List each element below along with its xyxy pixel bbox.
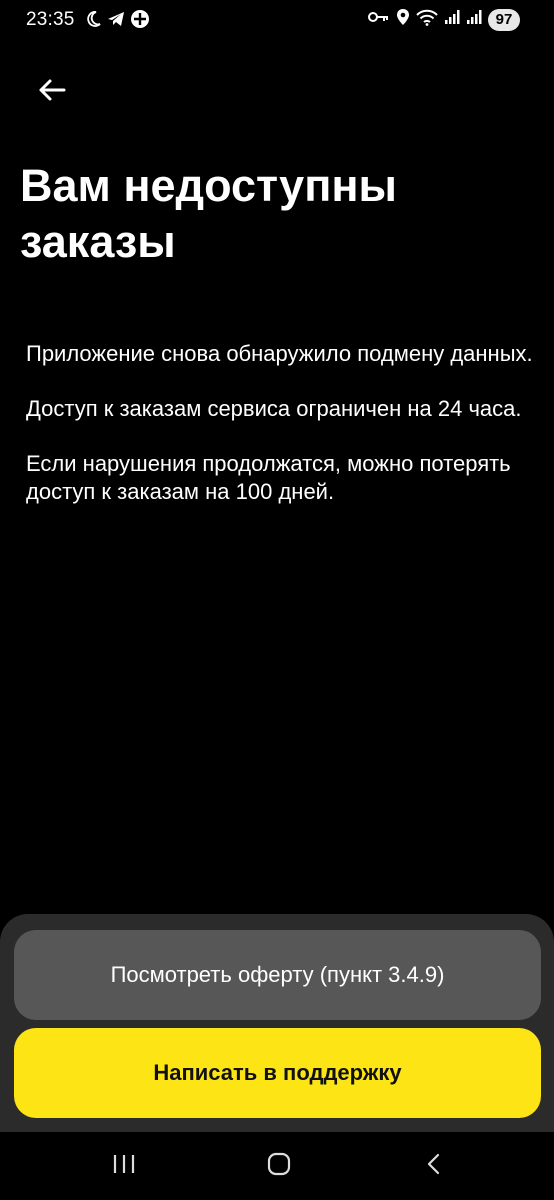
message-paragraph: Доступ к заказам сервиса ограничен на 24… [26,396,522,421]
back-button[interactable] [28,68,76,116]
key-icon [368,10,390,29]
message-body: Приложение снова обнаружило подмену данн… [26,340,546,533]
wifi-icon [416,8,438,31]
message-paragraph: Приложение снова обнаружило подмену данн… [26,341,533,366]
signal-icon [466,9,482,30]
status-time: 23:35 [26,9,75,30]
view-offer-button[interactable]: Посмотреть оферту (пункт 3.4.9) [14,930,541,1020]
page-title: Вам недоступны заказы [20,160,397,267]
arrow-left-icon [38,78,66,107]
status-left-icons [86,9,150,34]
home-button[interactable] [259,1150,299,1182]
home-icon [266,1152,292,1181]
battery-indicator: 97 [488,8,520,31]
telegram-icon [106,10,126,33]
message-paragraph: Если нарушения продолжатся, можно потеря… [26,451,511,504]
recent-apps-button[interactable] [104,1150,144,1182]
navigation-bar [0,1132,554,1200]
status-bar: 23:35 97 [0,0,554,44]
back-icon [424,1152,444,1181]
system-back-button[interactable] [414,1150,454,1182]
signal-icon [444,9,460,30]
location-icon [396,8,410,31]
contact-support-button[interactable]: Написать в поддержку [14,1028,541,1118]
moon-icon [86,10,102,33]
status-right-icons: 97 [368,8,520,31]
plus-circle-icon [130,9,150,34]
recent-apps-icon [111,1153,137,1180]
